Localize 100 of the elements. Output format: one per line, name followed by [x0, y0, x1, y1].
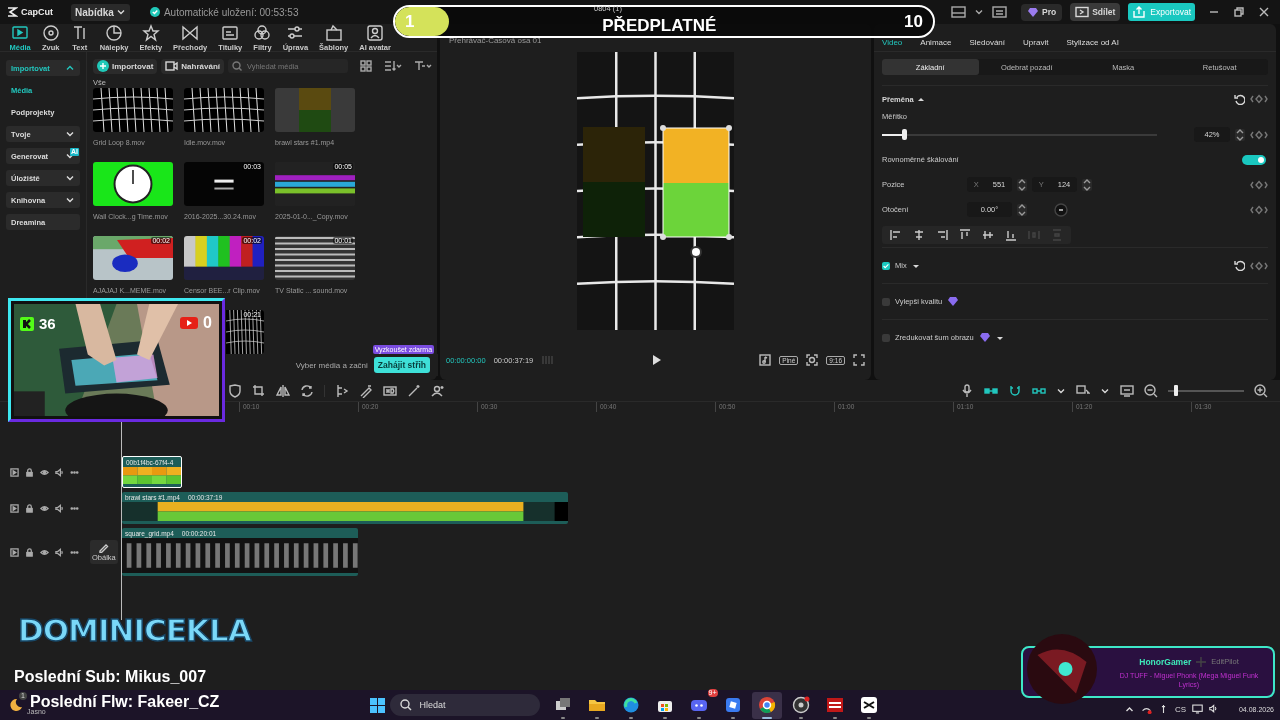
mirror-icon[interactable] [276, 383, 290, 398]
rotate-icon[interactable] [300, 383, 314, 398]
plus-icon [97, 60, 109, 72]
align-center-icon[interactable] [913, 228, 925, 241]
chevron-icon [65, 195, 75, 205]
dial-icon[interactable] [1054, 202, 1068, 217]
toggle-switch[interactable] [1242, 154, 1266, 165]
align-right-icon[interactable] [936, 228, 948, 241]
reset-icon[interactable] [1234, 93, 1245, 105]
pro-button[interactable]: Pro [1021, 3, 1063, 21]
layout-icon[interactable] [951, 5, 967, 19]
cube-icon[interactable] [723, 695, 742, 714]
language-indicator: CS [1175, 704, 1187, 714]
speaker-icon[interactable] [55, 467, 64, 477]
restore-icon[interactable] [1233, 6, 1245, 18]
eye-icon[interactable] [40, 547, 49, 557]
monitor-icon[interactable] [1192, 704, 1204, 714]
play-icon[interactable] [650, 354, 663, 366]
note-icon[interactable] [759, 354, 772, 366]
subscriber-count: 0 [203, 314, 212, 332]
panel-tab[interactable]: Sledování [969, 38, 1006, 47]
film-icon[interactable] [10, 547, 19, 557]
shield-icon[interactable] [228, 383, 242, 398]
caret-icon [115, 7, 126, 17]
zoom-out-icon[interactable] [1144, 383, 1158, 398]
reset-icon[interactable] [1234, 260, 1245, 271]
keyframe-icon[interactable] [1250, 179, 1268, 190]
chevron-icon [65, 63, 75, 73]
check-icon [882, 261, 890, 270]
stepper-icon[interactable] [1017, 178, 1027, 191]
caption-icon [221, 23, 240, 42]
lock-icon[interactable] [25, 503, 34, 513]
panel-tab[interactable]: Stylizace od AI [1066, 38, 1119, 47]
stepper-icon[interactable] [1235, 128, 1245, 141]
sort-icon[interactable] [384, 60, 403, 72]
search-box[interactable]: Hledat [389, 694, 540, 716]
crop-icon[interactable] [252, 383, 266, 398]
speaker-icon[interactable] [55, 547, 64, 557]
chrome-icon[interactable] [757, 695, 776, 714]
film-icon[interactable] [10, 467, 19, 477]
template-icon [324, 23, 343, 42]
search-icon [399, 699, 412, 711]
zoom-in-icon[interactable] [1254, 383, 1268, 398]
record-button[interactable]: Nahrávání [161, 58, 225, 74]
sticker-icon [105, 23, 124, 42]
stepper-icon[interactable] [1017, 203, 1027, 216]
eye-icon[interactable] [40, 503, 49, 513]
person-icon[interactable] [431, 383, 445, 398]
panel-icon[interactable] [992, 5, 1008, 19]
slider-thumb[interactable] [902, 128, 907, 140]
windows-icon[interactable] [368, 696, 386, 714]
grid-view-icon[interactable] [360, 60, 373, 72]
align-middle-icon[interactable] [982, 228, 994, 241]
speaker-icon[interactable] [55, 503, 64, 513]
browser-icon[interactable] [621, 695, 640, 714]
keyframe-icon[interactable] [1250, 204, 1268, 215]
subtitle-icon[interactable] [1120, 383, 1134, 398]
eye-icon[interactable] [40, 467, 49, 477]
microphone-icon[interactable] [960, 383, 974, 398]
split-icon[interactable] [335, 383, 349, 398]
chevron-up-icon[interactable] [1124, 704, 1135, 714]
record-icon[interactable] [791, 695, 810, 714]
checkbox[interactable] [882, 261, 890, 270]
wand-icon[interactable] [407, 383, 421, 398]
upload-icon [1132, 6, 1147, 18]
panel-tab[interactable]: Video [882, 38, 903, 47]
close-icon[interactable] [1258, 6, 1270, 18]
share-button[interactable]: Sdílet [1070, 3, 1121, 21]
search-field[interactable]: Hledat [417, 699, 530, 711]
lock-icon[interactable] [25, 547, 34, 557]
align-top-icon[interactable] [959, 228, 971, 241]
filter-icon[interactable] [414, 60, 433, 72]
caret-icon[interactable] [974, 7, 985, 17]
moon-icon [8, 697, 24, 713]
stepper-icon[interactable] [1082, 178, 1092, 191]
focus-icon[interactable] [806, 354, 819, 366]
hint-text: Vyber média a začni [295, 360, 368, 370]
import-button[interactable]: Importovat [93, 58, 158, 74]
hd-icon[interactable] [383, 383, 397, 398]
keyframe-icon[interactable] [1250, 129, 1268, 140]
lock-icon[interactable] [25, 467, 34, 477]
panel-tab[interactable]: Upravit [1023, 38, 1049, 47]
magnet-icon[interactable] [1008, 383, 1022, 398]
film-icon[interactable] [10, 503, 19, 513]
align-left-icon[interactable] [890, 228, 902, 241]
chevron-icon [65, 173, 75, 183]
panel-tab[interactable]: Animace [920, 38, 952, 47]
waveform-icon [541, 354, 555, 366]
keyframe-icon[interactable] [1250, 94, 1268, 104]
fullscreen-icon[interactable] [853, 354, 865, 366]
checkbox[interactable] [882, 333, 890, 342]
app-name: CapCut [21, 7, 53, 17]
menu-button[interactable]: Nabídka [71, 3, 130, 21]
checkbox[interactable] [882, 297, 890, 306]
editor-icon[interactable] [859, 695, 878, 714]
slider-thumb[interactable] [1173, 384, 1178, 396]
align-bottom-icon[interactable] [1005, 228, 1017, 241]
mixer-icon[interactable] [825, 695, 844, 714]
keyframe-icon[interactable] [1250, 260, 1268, 271]
start-button[interactable]: Zahájit střih [373, 357, 431, 373]
